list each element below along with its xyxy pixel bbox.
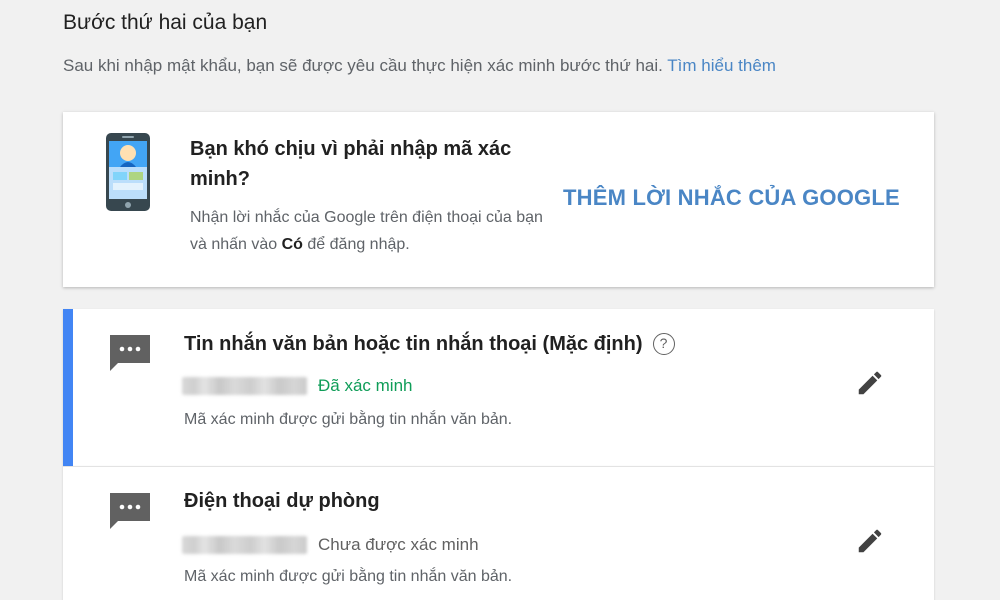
chat-icon: [110, 335, 150, 371]
section-description-text: Sau khi nhập mật khẩu, bạn sẽ được yêu c…: [63, 56, 663, 75]
default-accent-bar: [63, 309, 73, 466]
status-verified: Đã xác minh: [318, 376, 413, 395]
section-title: Bước thứ hai của bạn: [63, 11, 268, 34]
method-title: Điện thoại dự phòng: [184, 490, 380, 512]
promo-desc-part2: để đăng nhập.: [302, 236, 410, 253]
method-title-text: Tin nhắn văn bản hoặc tin nhắn thoại (Mặ…: [184, 333, 643, 355]
promo-desc-bold: Có: [281, 236, 303, 253]
method-card-sms[interactable]: Tin nhắn văn bản hoặc tin nhắn thoại (Mặ…: [63, 309, 934, 466]
phone-illustration-icon: [106, 133, 150, 211]
pencil-icon[interactable]: [855, 526, 885, 556]
blurred-phone-number: [182, 377, 307, 395]
method-description: Mã xác minh được gửi bằng tin nhắn văn b…: [184, 568, 513, 585]
learn-more-link[interactable]: Tìm hiểu thêm: [667, 56, 776, 75]
help-icon[interactable]: ?: [652, 333, 675, 355]
google-prompt-card: Bạn khó chịu vì phải nhập mã xác minh? N…: [63, 112, 934, 287]
blurred-phone-number: [182, 536, 307, 554]
add-google-prompt-button[interactable]: THÊM LỜI NHẮC CỦA GOOGLE: [563, 185, 900, 211]
method-card-backup-phone[interactable]: Điện thoại dự phòng Chưa được xác minh M…: [63, 466, 934, 600]
chat-icon: [110, 493, 150, 529]
pencil-icon[interactable]: [855, 368, 885, 398]
status-unverified: Chưa được xác minh: [318, 535, 479, 554]
promo-description: Nhận lời nhắc của Google trên điện thoại…: [190, 204, 560, 258]
section-description: Sau khi nhập mật khẩu, bạn sẽ được yêu c…: [63, 56, 776, 76]
promo-title: Bạn khó chịu vì phải nhập mã xác minh?: [190, 138, 512, 190]
method-description: Mã xác minh được gửi bằng tin nhắn văn b…: [184, 411, 513, 428]
method-title: Tin nhắn văn bản hoặc tin nhắn thoại (Mặ…: [184, 333, 675, 356]
